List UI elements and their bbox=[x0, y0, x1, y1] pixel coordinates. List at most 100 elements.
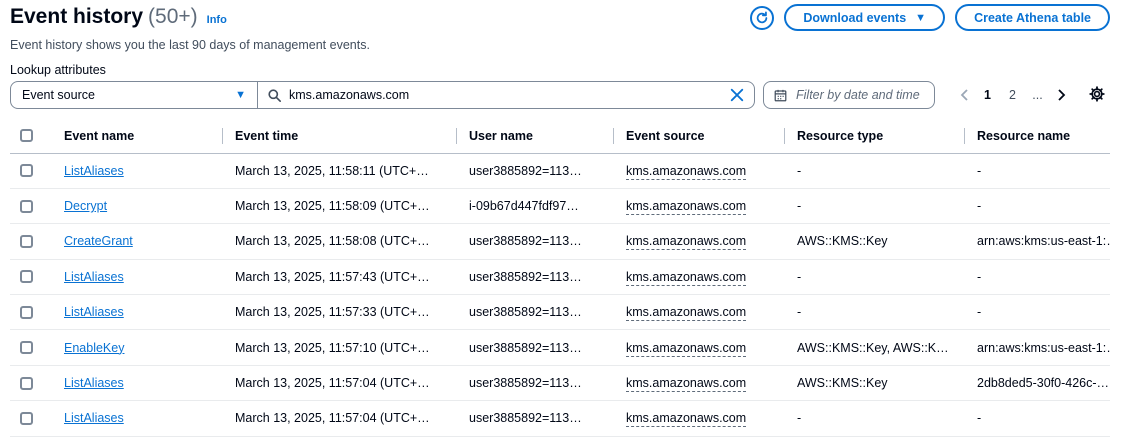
resource-name-cell: 2db8ded5-30f0-426c-… bbox=[965, 365, 1110, 402]
event-name-cell: ListAliases bbox=[52, 259, 223, 296]
page-description: Event history shows you the last 90 days… bbox=[10, 38, 370, 52]
resource-name-cell: - bbox=[965, 188, 1110, 225]
event-source-cell: kms.amazonaws.com bbox=[614, 294, 785, 331]
row-checkbox[interactable] bbox=[20, 234, 33, 248]
event-source-value[interactable]: kms.amazonaws.com bbox=[626, 269, 747, 286]
event-source-value[interactable]: kms.amazonaws.com bbox=[626, 199, 747, 216]
row-checkbox[interactable] bbox=[20, 199, 33, 213]
event-time-cell: March 13, 2025, 11:57:04 (UTC+… bbox=[223, 365, 457, 402]
row-checkbox[interactable] bbox=[20, 376, 33, 390]
resource-name-cell: - bbox=[965, 259, 1110, 296]
column-header-event-source[interactable]: Event source bbox=[614, 119, 785, 154]
row-checkbox[interactable] bbox=[20, 270, 33, 284]
row-select-cell bbox=[10, 259, 52, 296]
event-source-value[interactable]: kms.amazonaws.com bbox=[626, 305, 747, 322]
refresh-icon bbox=[757, 10, 768, 23]
refresh-button[interactable] bbox=[750, 5, 775, 30]
user-name-cell: i-09b67d447fdf97… bbox=[457, 188, 614, 225]
event-source-cell: kms.amazonaws.com bbox=[614, 365, 785, 402]
column-header-user-name[interactable]: User name bbox=[457, 119, 614, 154]
lookup-attribute-value: Event source bbox=[22, 88, 95, 102]
event-name-link[interactable]: ListAliases bbox=[64, 164, 124, 178]
event-time-cell: March 13, 2025, 11:57:04 (UTC+… bbox=[223, 400, 457, 437]
resource-name-cell: - bbox=[965, 153, 1110, 189]
event-source-value[interactable]: kms.amazonaws.com bbox=[626, 234, 747, 251]
row-checkbox[interactable] bbox=[20, 305, 33, 319]
event-source-value[interactable]: kms.amazonaws.com bbox=[626, 411, 747, 428]
select-all-cell bbox=[10, 119, 52, 154]
column-header-event-time[interactable]: Event time bbox=[223, 119, 457, 154]
event-name-link[interactable]: Decrypt bbox=[64, 199, 107, 213]
table-row[interactable]: CreateGrant March 13, 2025, 11:58:08 (UTC… bbox=[10, 223, 1110, 260]
column-header-resource-name[interactable]: Resource name bbox=[965, 119, 1110, 154]
row-select-cell bbox=[10, 223, 52, 260]
chevron-right-icon[interactable] bbox=[1050, 89, 1072, 101]
lookup-attribute-select[interactable]: Event source ▼ bbox=[10, 81, 258, 109]
event-time-cell: March 13, 2025, 11:57:10 (UTC+… bbox=[223, 329, 457, 366]
row-select-cell bbox=[10, 153, 52, 189]
table-header-row: Event name Event time User name Event so… bbox=[10, 119, 1110, 154]
search-icon bbox=[268, 88, 281, 102]
event-name-link[interactable]: ListAliases bbox=[64, 376, 124, 390]
event-time-cell: March 13, 2025, 11:57:43 (UTC+… bbox=[223, 259, 457, 296]
event-source-cell: kms.amazonaws.com bbox=[614, 223, 785, 260]
event-name-cell: ListAliases bbox=[52, 400, 223, 437]
lookup-attributes-label: Lookup attributes bbox=[10, 63, 106, 77]
row-checkbox[interactable] bbox=[20, 411, 33, 425]
event-source-cell: kms.amazonaws.com bbox=[614, 400, 785, 437]
event-time-cell: March 13, 2025, 11:58:11 (UTC+… bbox=[223, 153, 457, 189]
create-athena-table-button[interactable]: Create Athena table bbox=[955, 4, 1110, 31]
table-row[interactable]: ListAliases March 13, 2025, 11:57:33 (UTC… bbox=[10, 294, 1110, 331]
table-row[interactable]: ListAliases March 13, 2025, 11:58:11 (UTC… bbox=[10, 153, 1110, 189]
caret-down-icon: ▼ bbox=[915, 11, 927, 24]
table-row[interactable]: Decrypt March 13, 2025, 11:58:09 (UTC+… i-… bbox=[10, 188, 1110, 225]
event-name-link[interactable]: EnableKey bbox=[64, 341, 124, 355]
page-2[interactable]: 2 bbox=[1000, 88, 1025, 102]
event-time-cell: March 13, 2025, 11:58:08 (UTC+… bbox=[223, 223, 457, 260]
event-source-cell: kms.amazonaws.com bbox=[614, 259, 785, 296]
event-name-link[interactable]: CreateGrant bbox=[64, 234, 133, 248]
resource-type-cell: - bbox=[785, 188, 965, 225]
row-select-cell bbox=[10, 329, 52, 366]
event-name-link[interactable]: ListAliases bbox=[64, 270, 124, 284]
row-checkbox[interactable] bbox=[20, 341, 33, 355]
column-header-event-name[interactable]: Event name bbox=[52, 119, 223, 154]
table-row[interactable]: EnableKey March 13, 2025, 11:57:10 (UTC+…… bbox=[10, 329, 1110, 366]
user-name-cell: user3885892=113… bbox=[457, 329, 614, 366]
event-name-link[interactable]: ListAliases bbox=[64, 411, 124, 425]
table-row[interactable]: ListAliases March 13, 2025, 11:57:43 (UTC… bbox=[10, 259, 1110, 296]
row-checkbox[interactable] bbox=[20, 164, 33, 178]
lookup-value-input[interactable]: kms.amazonaws.com bbox=[257, 81, 755, 109]
row-select-cell bbox=[10, 400, 52, 437]
event-time-cell: March 13, 2025, 11:58:09 (UTC+… bbox=[223, 188, 457, 225]
chevron-left-icon[interactable] bbox=[953, 89, 975, 101]
row-select-cell bbox=[10, 188, 52, 225]
user-name-cell: user3885892=113… bbox=[457, 294, 614, 331]
event-time-cell: March 13, 2025, 11:57:33 (UTC+… bbox=[223, 294, 457, 331]
event-name-cell: ListAliases bbox=[52, 294, 223, 331]
event-name-cell: ListAliases bbox=[52, 153, 223, 189]
table-row[interactable]: ListAliases March 13, 2025, 11:57:04 (UTC… bbox=[10, 365, 1110, 402]
info-link[interactable]: Info bbox=[207, 14, 227, 26]
gear-icon[interactable] bbox=[1089, 86, 1105, 102]
table-row[interactable]: ListAliases March 13, 2025, 11:57:04 (UTC… bbox=[10, 400, 1110, 437]
user-name-cell: user3885892=113… bbox=[457, 223, 614, 260]
event-name-cell: ListAliases bbox=[52, 365, 223, 402]
event-source-value[interactable]: kms.amazonaws.com bbox=[626, 163, 747, 180]
event-source-value[interactable]: kms.amazonaws.com bbox=[626, 376, 747, 393]
event-name-link[interactable]: ListAliases bbox=[64, 305, 124, 319]
date-range-filter[interactable]: Filter by date and time bbox=[763, 81, 935, 109]
page-title: Event history bbox=[10, 5, 144, 28]
resource-type-cell: - bbox=[785, 294, 965, 331]
calendar-icon bbox=[774, 89, 787, 102]
close-icon[interactable] bbox=[730, 88, 744, 102]
select-all-checkbox[interactable] bbox=[20, 129, 33, 143]
create-athena-table-label: Create Athena table bbox=[974, 10, 1091, 25]
event-source-value[interactable]: kms.amazonaws.com bbox=[626, 340, 747, 357]
resource-name-cell: arn:aws:kms:us-east-1:… bbox=[965, 223, 1110, 260]
column-header-resource-type[interactable]: Resource type bbox=[785, 119, 965, 154]
resource-name-cell: - bbox=[965, 400, 1110, 437]
header-actions: Download events ▼ Create Athena table bbox=[750, 4, 1110, 31]
page-1[interactable]: 1 bbox=[975, 88, 1000, 102]
download-events-button[interactable]: Download events ▼ bbox=[784, 4, 946, 31]
